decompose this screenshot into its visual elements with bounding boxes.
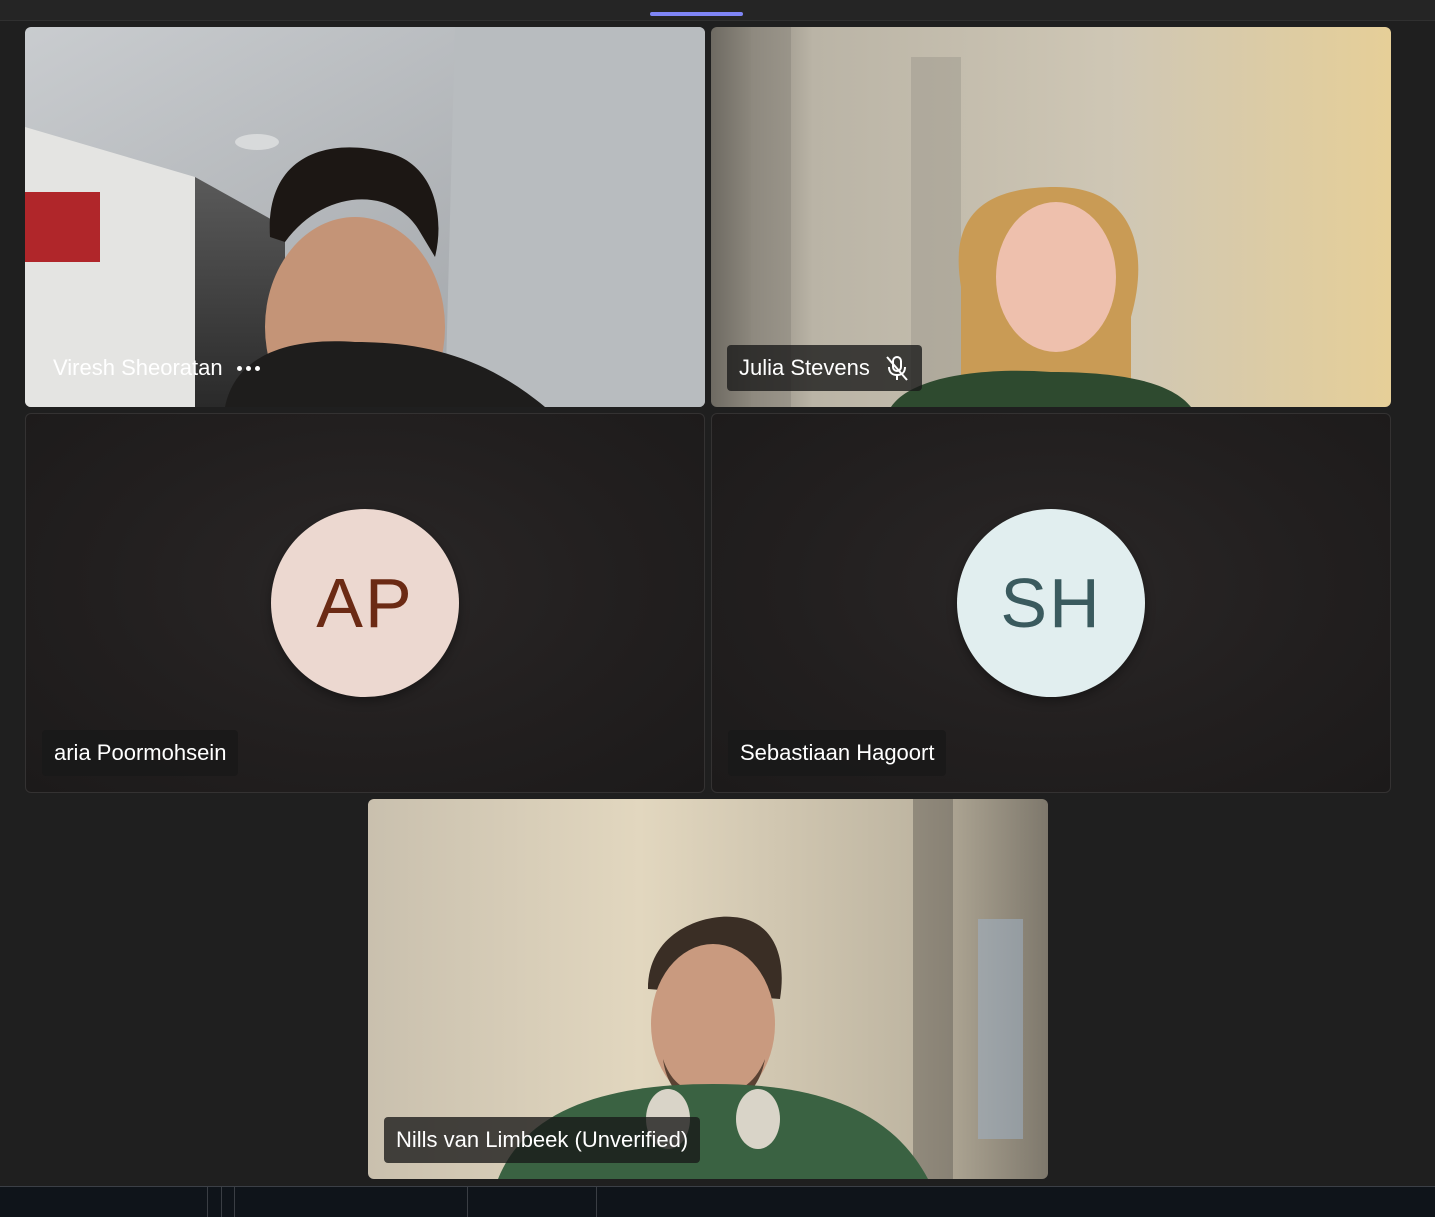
divider: [596, 1187, 597, 1217]
participant-tile-julia[interactable]: Julia Stevens: [711, 27, 1391, 407]
more-options-icon[interactable]: [236, 365, 260, 371]
participant-name: Julia Stevens: [739, 355, 870, 380]
participant-tile-nills[interactable]: Nills van Limbeek (Unverified): [368, 799, 1048, 1179]
participant-name: Nills van Limbeek (Unverified): [396, 1127, 689, 1152]
participant-name-label: Viresh Sheoratan: [41, 345, 272, 391]
participant-tile-aria[interactable]: AP aria Poormohsein: [25, 413, 705, 793]
participant-name-label: Julia Stevens: [727, 345, 922, 391]
participant-name: Sebastiaan Hagoort: [740, 740, 935, 765]
avatar-initials: AP: [316, 564, 414, 642]
mic-off-icon: [886, 356, 908, 381]
participant-tile-viresh[interactable]: Viresh Sheoratan: [25, 27, 705, 407]
avatar-initials: SH: [1000, 564, 1102, 642]
participant-name-label: Nills van Limbeek (Unverified): [384, 1117, 701, 1163]
active-tab-indicator: [650, 12, 743, 16]
participant-tile-sebastiaan[interactable]: SH Sebastiaan Hagoort: [711, 413, 1391, 793]
divider: [234, 1187, 235, 1217]
taskbar-strip: [0, 1186, 1435, 1217]
top-tab-strip: [0, 0, 1435, 21]
avatar: AP: [271, 509, 459, 697]
divider: [207, 1187, 208, 1217]
avatar: SH: [957, 509, 1145, 697]
participant-name: aria Poormohsein: [54, 740, 227, 765]
participant-name: Viresh Sheoratan: [53, 355, 223, 380]
divider: [467, 1187, 468, 1217]
participant-name-label: aria Poormohsein: [42, 730, 239, 776]
participant-name-label: Sebastiaan Hagoort: [728, 730, 947, 776]
divider: [221, 1187, 222, 1217]
